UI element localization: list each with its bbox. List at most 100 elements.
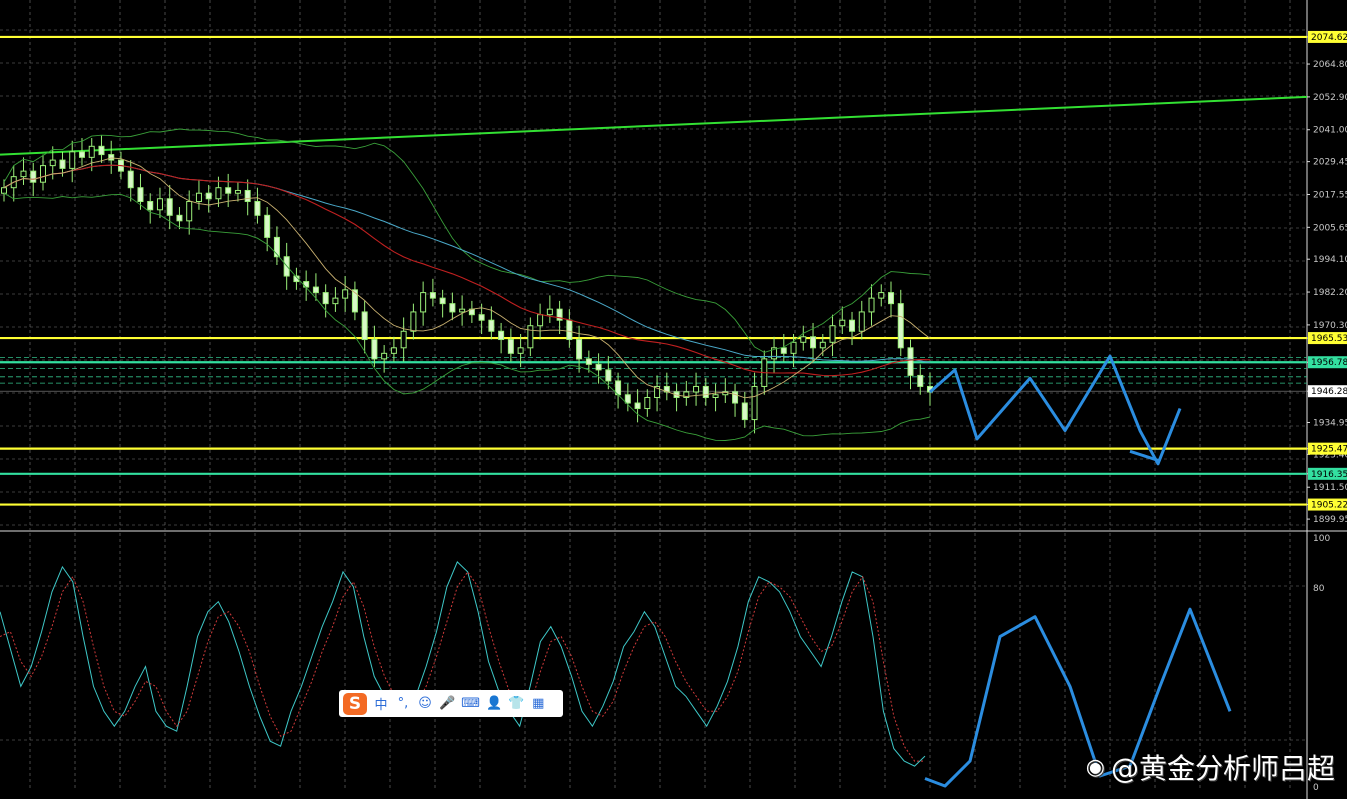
level-label: 1905.22 xyxy=(1311,501,1347,511)
candle-bull xyxy=(420,292,427,313)
candle-bear xyxy=(498,330,505,341)
candle-bear xyxy=(59,159,66,169)
osc-tick-label: 80 xyxy=(1313,584,1325,594)
candle-bear xyxy=(176,214,183,222)
emoji-icon[interactable]: ☺ xyxy=(417,696,433,711)
candle-bull xyxy=(20,170,27,178)
candle-bear xyxy=(361,311,368,341)
candle-bull xyxy=(712,394,719,399)
candle-bear xyxy=(917,374,924,387)
candle-bear xyxy=(585,358,592,365)
candle-bear xyxy=(780,347,787,354)
candle-bear xyxy=(205,192,212,200)
skin-icon[interactable]: 👕 xyxy=(508,696,524,711)
candle-bear xyxy=(488,319,495,332)
osc-tick-label: 100 xyxy=(1313,534,1330,544)
candle-bear xyxy=(78,151,85,158)
candle-bull xyxy=(517,347,524,354)
chart-window: 2074.62 2064.80 2052.90 2041.00 2029.45 2017.… xyxy=(0,0,1347,799)
candle-bear xyxy=(30,170,37,183)
price-tick-label: 1970.30 xyxy=(1313,321,1347,331)
microphone-icon[interactable]: 🎤 xyxy=(439,696,455,711)
trendline xyxy=(0,95,1308,156)
candle-bull xyxy=(839,319,846,327)
menu-grid-icon[interactable]: ▦ xyxy=(530,696,546,711)
candle-bear xyxy=(371,339,378,360)
candle-bull xyxy=(69,151,76,169)
sogou-logo-icon[interactable]: S xyxy=(343,692,367,715)
candle-bull xyxy=(156,198,163,211)
price-tick-label: 1934.95 xyxy=(1313,418,1347,428)
candle-bull xyxy=(819,341,826,349)
candle-bear xyxy=(605,369,612,382)
user-icon[interactable]: 👤 xyxy=(486,696,502,711)
level-label: 1956.78 xyxy=(1311,358,1347,368)
candle-bear xyxy=(888,292,895,305)
price-chart: 2074.62 2064.80 2052.90 2041.00 2029.45 2017.… xyxy=(0,0,1347,799)
stochastic-signal-line xyxy=(0,571,925,762)
current-price-label: 1946.28 xyxy=(1311,387,1347,397)
candle-bull xyxy=(527,325,534,349)
watermark-text: @黄金分析师吕超 xyxy=(1110,752,1335,785)
candle-bull xyxy=(195,192,202,203)
candle-bull xyxy=(342,289,349,299)
candle-bull xyxy=(381,352,388,360)
candle-bear xyxy=(566,319,573,341)
candle-bull xyxy=(88,145,95,158)
candle-bull xyxy=(215,187,222,200)
price-tick-label: 1982.20 xyxy=(1313,288,1347,298)
candle-bull xyxy=(186,201,193,222)
candle-bull xyxy=(537,314,544,327)
candle-bull xyxy=(410,311,417,332)
candle-bull xyxy=(751,385,758,421)
candle-bear xyxy=(449,303,456,313)
candle-bear xyxy=(634,402,641,410)
stochastic-main-line xyxy=(0,561,926,767)
bollinger-lower xyxy=(3,192,931,441)
candle-bull xyxy=(829,325,836,343)
price-tick-label: 2017.55 xyxy=(1313,190,1347,200)
candle-bear xyxy=(576,339,583,360)
candle-bear xyxy=(98,145,105,156)
candle-bull xyxy=(644,397,651,410)
level-label: 1925.47 xyxy=(1311,445,1347,455)
candle-bear xyxy=(507,339,514,354)
ime-punct-toggle[interactable]: °, xyxy=(395,696,411,711)
candle-bear xyxy=(810,336,817,349)
candle-bull xyxy=(400,330,407,349)
candle-bear xyxy=(137,187,144,203)
candle-bear xyxy=(127,170,134,189)
candle-bull xyxy=(878,292,885,299)
candle-bear xyxy=(849,319,856,332)
ime-lang-toggle[interactable]: 中 xyxy=(373,694,389,713)
candle-bear xyxy=(595,363,602,371)
candle-bull xyxy=(1,187,7,194)
candle-bull xyxy=(790,341,797,354)
candle-bull xyxy=(858,311,865,332)
price-tick-label: 2029.45 xyxy=(1313,158,1347,168)
candle-bull xyxy=(868,297,875,313)
candle-bull xyxy=(800,336,807,343)
candle-bull xyxy=(459,308,466,313)
ime-toolbar[interactable]: S 中 °, ☺ 🎤 ⌨ 👤 👕 ▦ xyxy=(339,690,563,717)
keyboard-icon[interactable]: ⌨ xyxy=(461,696,480,711)
candle-bull xyxy=(234,189,241,194)
candle-bull xyxy=(332,297,339,305)
candle-bear xyxy=(429,292,436,299)
price-tick-label: 1911.50 xyxy=(1313,483,1347,493)
watermark: ◉ @黄金分析师吕超 xyxy=(1086,747,1335,787)
bollinger-upper xyxy=(3,128,931,353)
candle-bear xyxy=(225,187,232,194)
candle-bear xyxy=(166,198,173,216)
price-tick-label: 1899.95 xyxy=(1313,515,1347,525)
level-label: 2074.62 xyxy=(1311,33,1347,43)
candle-bear xyxy=(624,394,631,404)
candle-bear xyxy=(312,286,319,294)
price-tick-label: 2005.65 xyxy=(1313,223,1347,233)
price-tick-label: 2041.00 xyxy=(1313,126,1347,136)
candle-bull xyxy=(49,159,56,167)
candle-bull xyxy=(390,347,397,354)
candle-bear xyxy=(254,201,261,216)
level-label: 1965.53 xyxy=(1311,334,1347,344)
candle-bull xyxy=(39,165,46,183)
